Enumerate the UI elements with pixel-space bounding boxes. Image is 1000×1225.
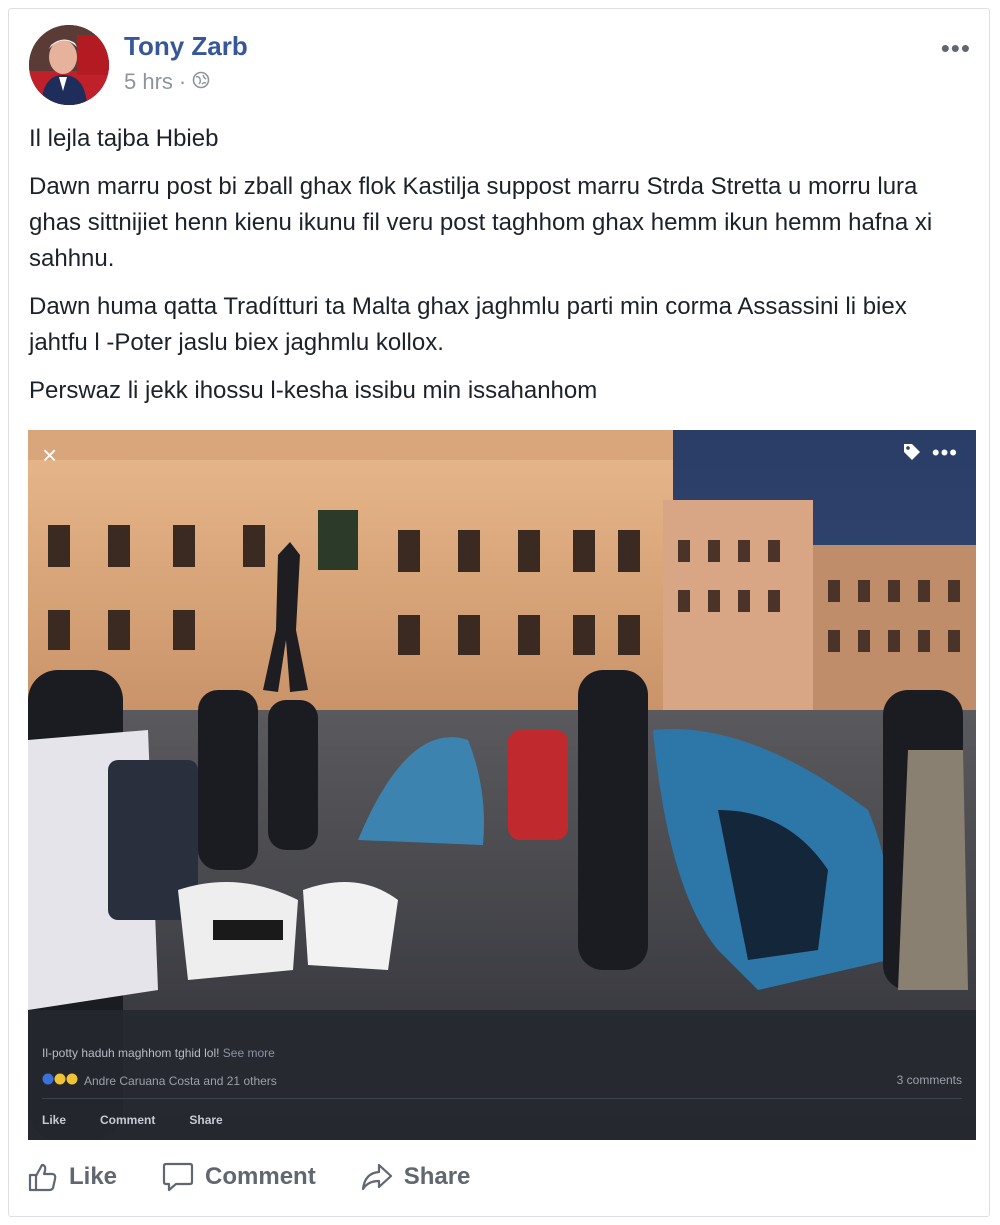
post-timestamp[interactable]: 5 hrs: [124, 69, 173, 95]
post-meta: 5 hrs ·: [124, 69, 210, 95]
share-icon: [360, 1161, 394, 1193]
overlay-comment-button[interactable]: Comment: [100, 1113, 155, 1127]
avatar-image: [29, 25, 109, 105]
meta-separator: ·: [178, 69, 187, 94]
overlay-caption: Il-potty haduh maghhom tghid lol! See mo…: [42, 1046, 275, 1060]
post-paragraph: Perswaz li jekk ihossu l-kesha issibu mi…: [29, 377, 598, 404]
like-label: Like: [69, 1163, 118, 1190]
overlay-divider: [42, 1098, 962, 1099]
photo-options-icon[interactable]: •••: [932, 440, 958, 466]
reaction-icons: [42, 1073, 80, 1088]
tag-icon[interactable]: [902, 442, 922, 467]
comment-button[interactable]: Comment: [161, 1161, 316, 1193]
author-name-link[interactable]: Tony Zarb: [124, 31, 248, 62]
comment-label: Comment: [205, 1163, 316, 1190]
comment-icon: [161, 1161, 195, 1193]
photo-scene: [28, 430, 976, 1140]
share-button[interactable]: Share: [360, 1161, 471, 1193]
overlay-action-bar: Like Comment Share: [42, 1113, 223, 1127]
like-icon: [27, 1161, 59, 1193]
post-paragraph: Il lejla tajba Hbieb: [29, 125, 219, 152]
post-options-button[interactable]: •••: [941, 33, 971, 64]
post-card: Tony Zarb 5 hrs · ••• Il lejla tajba Hbi…: [8, 8, 990, 1217]
post-photo[interactable]: × ••• Il-potty haduh maghhom tghid lol! …: [28, 430, 976, 1140]
post-paragraph: Dawn huma qatta Tradítturi ta Malta ghax…: [29, 293, 907, 356]
share-label: Share: [403, 1163, 471, 1190]
overlay-share-button[interactable]: Share: [189, 1113, 222, 1127]
globe-icon[interactable]: [192, 69, 210, 95]
overlay-see-more-link[interactable]: See more: [223, 1046, 275, 1060]
avatar[interactable]: [29, 25, 109, 105]
overlay-reactions[interactable]: Andre Caruana Costa and 21 others: [42, 1073, 277, 1088]
post-action-bar: Like Comment Share: [27, 1161, 470, 1193]
post-text: Il lejla tajba Hbieb Dawn marru post bi …: [29, 121, 969, 421]
photo-close-icon[interactable]: ×: [42, 440, 57, 471]
like-button[interactable]: Like: [27, 1161, 117, 1193]
overlay-comments-count[interactable]: 3 comments: [897, 1073, 962, 1087]
post-paragraph: Dawn marru post bi zball ghax flok Kasti…: [29, 173, 933, 272]
overlay-caption-text: Il-potty haduh maghhom tghid lol!: [42, 1046, 220, 1060]
overlay-reactions-text: Andre Caruana Costa and 21 others: [84, 1073, 277, 1088]
overlay-like-button[interactable]: Like: [42, 1113, 66, 1127]
